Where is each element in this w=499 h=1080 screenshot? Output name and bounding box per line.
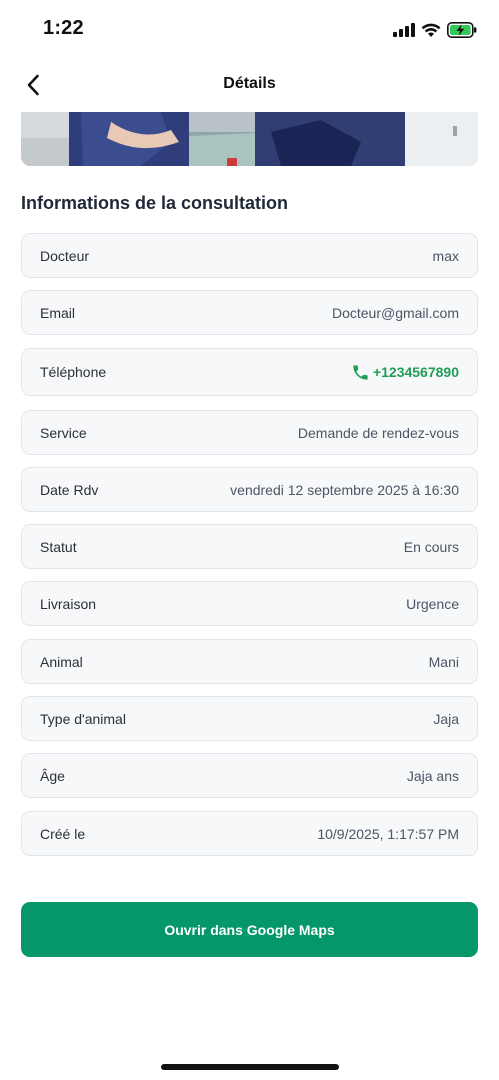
phone-icon [353,364,368,380]
info-row-docteur: Docteur max [21,233,478,278]
page-title: Détails [223,75,276,92]
info-row-cree-le: Créé le 10/9/2025, 1:17:57 PM [21,811,478,856]
info-value: max [432,247,459,264]
info-row-date-rdv: Date Rdv vendredi 12 septembre 2025 à 16… [21,467,478,512]
info-row-telephone: Téléphone +1234567890 [21,348,478,396]
info-row-type-animal: Type d'animal Jaja [21,696,478,741]
info-value: Demande de rendez-vous [297,424,459,441]
info-value: Jaja ans [406,767,459,784]
info-value: Mani [428,653,459,670]
info-label: Créé le [40,825,86,842]
info-value: Jaja [433,710,459,727]
info-label: Téléphone [40,364,107,380]
status-value: En cours [403,538,459,555]
wifi-icon [421,23,441,37]
info-label: Statut [40,538,77,555]
info-label: Livraison [40,595,97,612]
info-row-service: Service Demande de rendez-vous [21,410,478,455]
info-row-age: Âge Jaja ans [21,753,478,798]
info-value: vendredi 12 septembre 2025 à 16:30 [230,481,459,498]
battery-charging-icon [447,22,477,38]
info-row-animal: Animal Mani [21,639,478,684]
info-label: Date Rdv [40,481,99,498]
info-value: 10/9/2025, 1:17:57 PM [317,825,459,842]
info-value: Urgence [406,595,459,612]
section-title: Informations de la consultation [21,193,289,213]
phone-link[interactable]: +1234567890 [351,363,459,382]
info-label: Email [40,304,76,321]
info-row-livraison: Livraison Urgence [21,581,478,626]
status-icons [393,20,477,40]
status-bar: 1:22 [0,0,499,56]
status-time: 1:22 [43,17,84,39]
info-label: Service [40,424,87,441]
info-label: Type d'animal [40,710,126,727]
open-google-maps-button[interactable]: Ouvrir dans Google Maps [21,902,478,957]
info-label: Âge [40,767,65,784]
nav-bar: Détails [0,62,499,108]
info-value: Docteur@gmail.com [331,304,459,321]
info-row-email: Email Docteur@gmail.com [21,290,478,335]
info-label: Docteur [40,247,90,264]
home-indicator[interactable] [161,1064,339,1070]
consultation-photo [21,112,478,166]
info-row-statut: Statut En cours [21,524,478,569]
phone-number: +1234567890 [372,364,459,380]
signal-icon [393,23,415,37]
info-label: Animal [40,653,83,670]
